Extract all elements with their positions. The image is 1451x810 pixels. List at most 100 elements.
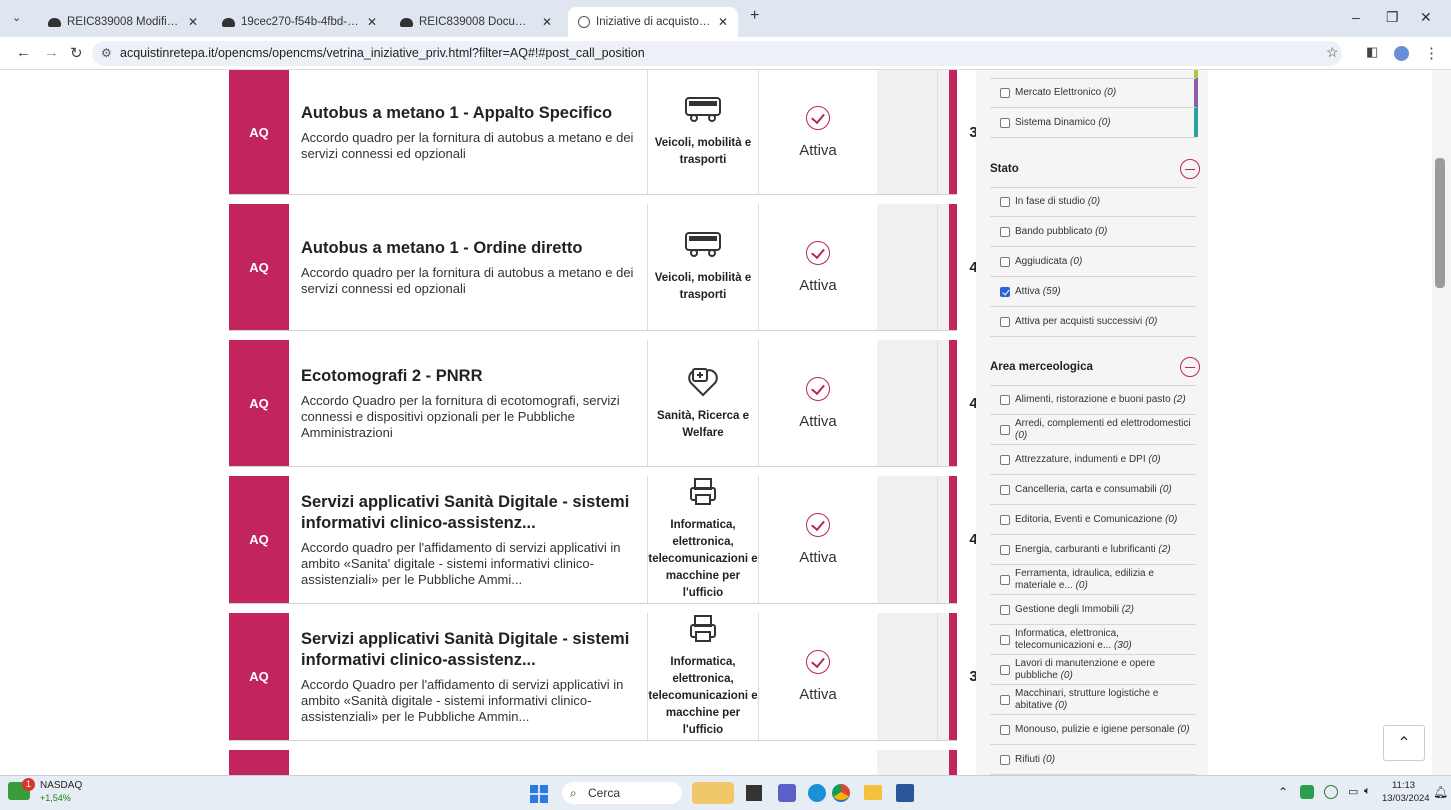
filter-item[interactable]: Macchinari, strutture logistiche e abita… [990, 685, 1196, 715]
filter-item[interactable]: Energia, carburanti e lubrificanti (2) [990, 535, 1196, 565]
page-scrollbar[interactable] [1432, 70, 1451, 775]
checkbox[interactable] [1000, 574, 1010, 585]
close-window-icon[interactable]: ✕ [1420, 9, 1432, 26]
filter-item[interactable]: Mercato Elettronico (0) [990, 78, 1196, 108]
checkbox[interactable] [1000, 424, 1010, 435]
profile-avatar[interactable] [1394, 46, 1409, 61]
task-view-icon[interactable] [746, 785, 762, 801]
tray-app-icon[interactable] [1324, 785, 1338, 799]
teams-icon[interactable] [778, 784, 796, 802]
filter-item[interactable]: Attiva per acquisti successivi (0) [990, 307, 1196, 337]
initiative-card[interactable]: AQ Servizi applicativi Sanità Digitale -… [229, 476, 978, 604]
checkbox[interactable] [1000, 316, 1010, 327]
checkbox[interactable] [1000, 664, 1010, 675]
filter-item[interactable]: Aggiudicata (0) [990, 247, 1196, 277]
filter-item[interactable]: In fase di studio (0) [990, 187, 1196, 217]
scrollbar-thumb[interactable] [1435, 158, 1445, 288]
taskbar-search[interactable]: ⌕ Cerca [562, 782, 682, 804]
menu-icon[interactable]: ⋮ [1424, 44, 1439, 62]
checkbox[interactable] [1000, 226, 1010, 237]
card-title[interactable]: Ecotomografi 2 - PNRR [301, 366, 645, 387]
volume-icon[interactable]: 🔈︎ [1364, 785, 1371, 798]
card-title[interactable]: Autobus a metano 1 - Ordine diretto [301, 238, 645, 259]
word-icon[interactable] [896, 784, 914, 802]
sidepanel-icon[interactable]: ◧ [1366, 44, 1378, 60]
close-icon[interactable]: ✕ [188, 15, 198, 29]
filter-item[interactable]: Ferramenta, idraulica, edilizia e materi… [990, 565, 1196, 595]
edge-icon[interactable] [808, 784, 826, 802]
file-explorer-icon[interactable] [864, 785, 882, 800]
initiative-card[interactable]: AQ Servizi applicativi Sanità Digitale -… [229, 613, 978, 741]
card-title[interactable]: Servizi applicativi Sanità Digitale - si… [301, 629, 645, 671]
clock-time[interactable]: 11:13 [1392, 780, 1415, 791]
checkbox[interactable] [1000, 256, 1010, 267]
close-icon[interactable]: ✕ [542, 15, 552, 29]
tray-app-icon[interactable] [1300, 785, 1314, 799]
filter-item[interactable]: Attrezzature, indumenti e DPI (0) [990, 445, 1196, 475]
checkbox[interactable] [1000, 724, 1010, 735]
collapse-icon[interactable] [1180, 357, 1200, 377]
initiative-card[interactable]: AQ Ecotomografi 2 - PNRR Accordo Quadro … [229, 340, 978, 467]
initiative-card[interactable]: AQ Autobus a metano 1 - Appalto Specific… [229, 70, 978, 195]
checkbox[interactable] [1000, 544, 1010, 555]
browser-tab[interactable]: REIC839008 Modifica 13/03/20 ✕ [38, 7, 208, 37]
browser-tab[interactable]: REIC839008 Documenti in DA S ✕ [390, 7, 562, 37]
checkbox[interactable] [1000, 117, 1010, 128]
card-accent-bar [949, 613, 957, 740]
close-icon[interactable]: ✕ [367, 15, 377, 29]
card-title[interactable]: Servizi applicativi Sanità Digitale - si… [301, 492, 645, 534]
back-to-top-button[interactable]: ⌃ [1383, 725, 1425, 761]
checkbox[interactable] [1000, 634, 1010, 645]
filter-item[interactable]: Gestione degli Immobili (2) [990, 595, 1196, 625]
checkbox[interactable] [1000, 88, 1010, 98]
filter-item[interactable]: Cancelleria, carta e consumabili (0) [990, 475, 1196, 505]
windows-start-icon[interactable] [530, 785, 548, 803]
weather-widget-icon[interactable] [692, 782, 734, 804]
filter-item[interactable]: Lavori di manutenzione e opere pubbliche… [990, 655, 1196, 685]
checkbox-checked[interactable] [1000, 286, 1010, 297]
network-icon[interactable]: ▭ [1348, 785, 1358, 798]
tab-search-icon[interactable]: ⌄ [12, 11, 21, 24]
filter-item[interactable]: Attiva (59) [990, 277, 1196, 307]
close-icon[interactable]: ✕ [718, 15, 728, 29]
checkbox[interactable] [1000, 197, 1010, 207]
new-tab-button[interactable]: + [750, 7, 759, 25]
chrome-icon[interactable] [832, 784, 850, 802]
checkbox[interactable] [1000, 514, 1010, 525]
checkbox[interactable] [1000, 604, 1010, 615]
checkbox[interactable] [1000, 484, 1010, 495]
filter-item[interactable]: Arredi, complementi ed elettrodomestici … [990, 415, 1196, 445]
checkbox[interactable] [1000, 694, 1010, 705]
collapse-icon[interactable] [1180, 159, 1200, 179]
initiative-card[interactable] [229, 750, 957, 775]
minimize-icon[interactable]: – [1352, 9, 1360, 25]
forward-icon[interactable]: → [44, 44, 59, 61]
filter-item[interactable]: Sistema Dinamico (0) [990, 108, 1196, 138]
notifications-icon[interactable]: 🔔︎ [1433, 785, 1448, 799]
reload-icon[interactable]: ↻ [70, 44, 83, 62]
filter-section-stato[interactable]: Stato [990, 158, 1200, 180]
chevron-up-icon[interactable]: ⌃ [1278, 785, 1288, 799]
filter-section-area[interactable]: Area merceologica [990, 356, 1200, 378]
checkbox[interactable] [1000, 754, 1010, 765]
card-title[interactable]: Autobus a metano 1 - Appalto Specifico [301, 103, 645, 124]
checkbox[interactable] [1000, 454, 1010, 465]
back-icon[interactable]: ← [16, 44, 31, 61]
aq-badge [229, 750, 289, 775]
checkbox[interactable] [1000, 395, 1010, 405]
filter-item[interactable]: Monouso, pulizie e igiene personale (0) [990, 715, 1196, 745]
restore-icon[interactable]: ❐ [1386, 9, 1399, 26]
browser-tab-active[interactable]: Iniziative di acquisto - acquistin ✕ [568, 7, 738, 37]
filter-item[interactable]: Editoria, Eventi e Comunicazione (0) [990, 505, 1196, 535]
filter-item[interactable]: Alimenti, ristorazione e buoni pasto (2) [990, 385, 1196, 415]
filter-count: (0) [1165, 513, 1178, 525]
browser-tab[interactable]: 19cec270-f54b-4fbd-9e07-17cf ✕ [212, 7, 387, 37]
star-icon[interactable]: ☆ [1326, 44, 1339, 61]
filter-item[interactable]: Informatica, elettronica, telecomunicazi… [990, 625, 1196, 655]
clock-date[interactable]: 13/03/2024 [1382, 793, 1430, 804]
site-info-icon[interactable]: ⚙ [101, 41, 112, 66]
address-bar[interactable]: ⚙ acquistinretepa.it/opencms/opencms/vet… [92, 41, 1342, 66]
filter-item[interactable]: Rifiuti (0) [990, 745, 1196, 775]
filter-item[interactable]: Bando pubblicato (0) [990, 217, 1196, 247]
initiative-card[interactable]: AQ Autobus a metano 1 - Ordine diretto A… [229, 204, 978, 331]
